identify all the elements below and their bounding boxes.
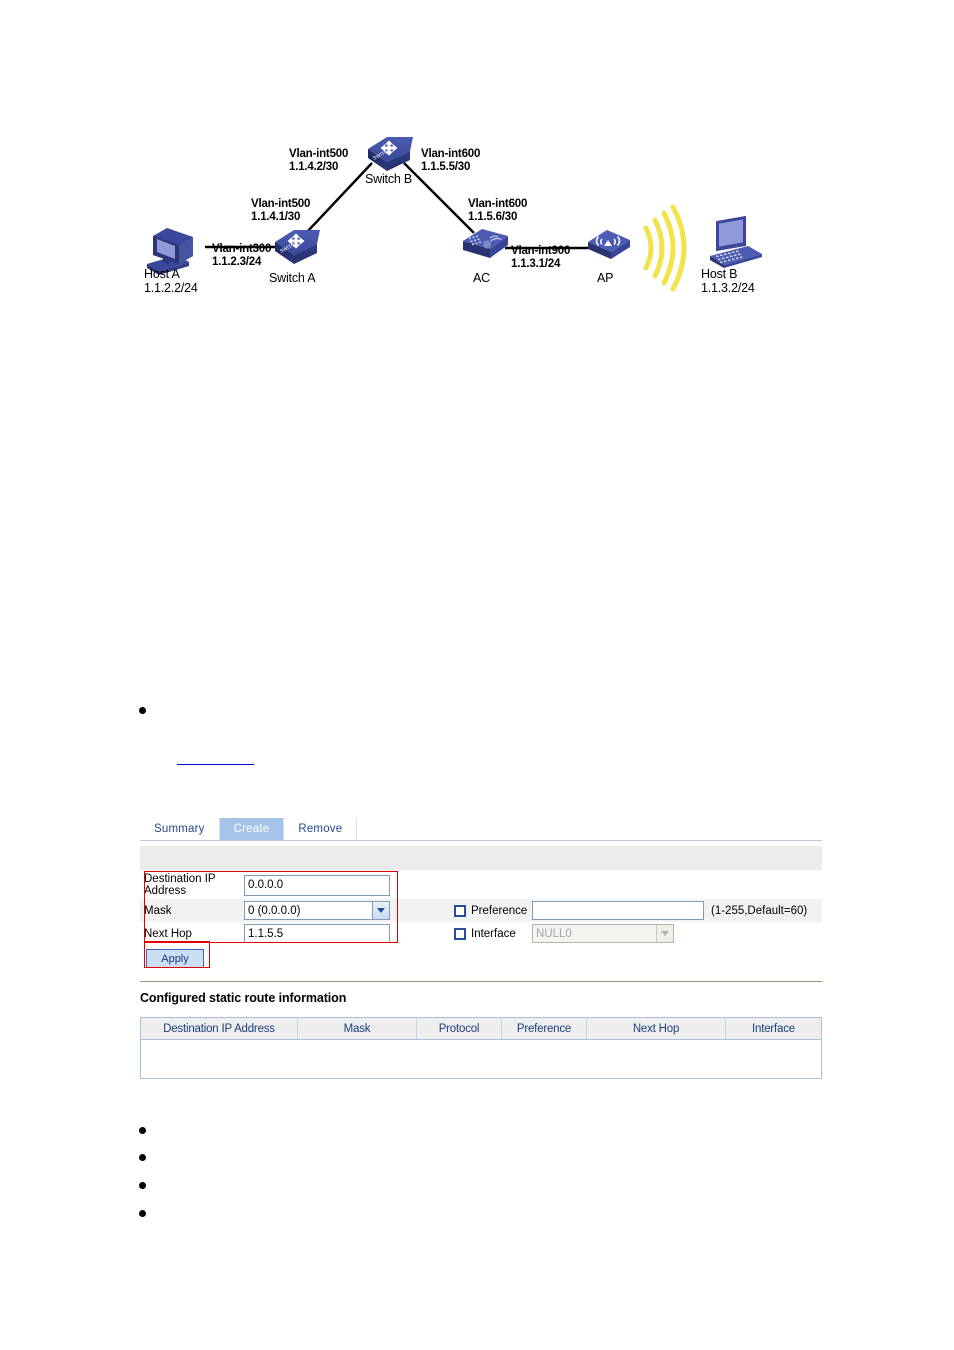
tab-remove[interactable]: Remove <box>284 818 358 840</box>
chevron-down-icon[interactable] <box>372 902 389 919</box>
node-label-host-a: Host A 1.1.2.2/24 <box>144 267 198 295</box>
panel-toolbar-strip <box>140 846 822 870</box>
list-item-bullet <box>139 707 146 714</box>
network-topology-diagram: SWITCH SWITCH Vlan-int500 1.1.4.2/30 Vla… <box>0 0 954 340</box>
interface-checkbox[interactable] <box>454 927 466 940</box>
link-label-switcha-up: Vlan-int500 1.1.4.1/30 <box>251 198 310 224</box>
next-hop-input[interactable] <box>244 924 390 943</box>
preference-label: Preference <box>471 904 528 917</box>
host-b-icon <box>710 215 762 268</box>
link-interface: Vlan-int500 <box>289 148 349 160</box>
inline-link-underline[interactable] <box>177 764 254 765</box>
link-interface: Vlan-int600 <box>421 148 481 160</box>
column-header-mask: Mask <box>297 1017 417 1040</box>
link-label-switchb-left: Vlan-int500 1.1.4.2/30 <box>289 148 348 174</box>
ap-icon <box>588 230 630 259</box>
mask-select-value: 0 (0.0.0.0) <box>248 904 301 917</box>
node-label-switch-b: Switch B <box>365 172 413 186</box>
next-hop-label-cell: Next Hop <box>140 922 240 945</box>
link-label-ac-up: Vlan-int600 1.1.5.6/30 <box>468 198 527 224</box>
column-header-preference: Preference <box>501 1017 587 1040</box>
interface-select-cell: NULL0 <box>528 922 704 945</box>
tab-bar-filler <box>357 818 822 840</box>
link-address: 1.1.5.5/30 <box>421 161 471 173</box>
link-label-ac-ap: Vlan-int900 1.1.3.1/24 <box>511 245 570 271</box>
static-route-config-panel: Summary Create Remove Destination IP Add… <box>140 818 822 1079</box>
table-header-row: Destination IP Address Mask Protocol Pre… <box>140 1017 822 1040</box>
link-interface: Vlan-int600 <box>468 198 528 210</box>
link-label-switcha-host: Vlan-int300 1.1.2.3/24 <box>212 243 271 269</box>
link-label-switchb-right: Vlan-int600 1.1.5.5/30 <box>421 148 480 174</box>
row3-gap <box>392 922 450 945</box>
mask-select-cell: 0 (0.0.0.0) <box>240 899 392 922</box>
switch-a-icon: SWITCH <box>275 230 320 264</box>
list-item-bullet <box>139 1154 146 1161</box>
wifi-waves-icon <box>643 204 687 292</box>
next-hop-input-cell <box>240 922 392 945</box>
tab-bar: Summary Create Remove <box>140 818 822 841</box>
link-address: 1.1.4.2/30 <box>289 161 339 173</box>
list-item-bullet <box>139 1210 146 1217</box>
destination-ip-input-cell <box>240 871 392 899</box>
interface-select-value: NULL0 <box>536 927 572 940</box>
preference-hint: (1-255,Default=60) <box>711 904 808 917</box>
preference-checkbox[interactable] <box>454 904 466 917</box>
column-header-next-hop: Next Hop <box>586 1017 726 1040</box>
interface-label: Interface <box>471 927 516 940</box>
tab-create[interactable]: Create <box>219 818 285 840</box>
row1-gap-a <box>392 871 450 899</box>
node-name: Host B <box>701 267 738 281</box>
node-address: 1.1.3.2/24 <box>701 281 755 295</box>
node-label-host-b: Host B 1.1.3.2/24 <box>701 267 755 295</box>
destination-ip-input[interactable] <box>244 874 390 896</box>
destination-ip-label: Destination IP Address <box>144 873 216 897</box>
node-label-ap: AP <box>597 271 614 285</box>
mask-label-cell: Mask <box>140 899 240 922</box>
column-header-destination-ip: Destination IP Address <box>140 1017 298 1040</box>
tab-summary[interactable]: Summary <box>140 818 220 840</box>
row1-gap-d <box>704 871 822 899</box>
table-body <box>140 1039 822 1079</box>
node-label-ac: AC <box>473 271 490 285</box>
chevron-down-icon[interactable] <box>656 925 673 942</box>
list-item-bullet <box>139 1182 146 1189</box>
section-divider <box>140 981 822 982</box>
preference-checkbox-cell: Preference <box>450 899 528 922</box>
ac-icon <box>463 229 508 258</box>
column-header-protocol: Protocol <box>416 1017 502 1040</box>
link-address: 1.1.2.3/24 <box>212 256 262 268</box>
link-address: 1.1.4.1/30 <box>251 211 301 223</box>
row2-gap <box>392 899 450 922</box>
link-address: 1.1.5.6/30 <box>468 211 518 223</box>
row1-gap-c <box>528 871 704 899</box>
mask-select[interactable]: 0 (0.0.0.0) <box>244 901 390 920</box>
table-empty-row <box>140 1039 822 1079</box>
row1-gap-b <box>450 871 528 899</box>
link-interface: Vlan-int500 <box>251 198 311 210</box>
interface-checkbox-cell: Interface <box>450 922 528 945</box>
section-title: Configured static route information <box>140 991 347 1005</box>
node-label-switch-a: Switch A <box>269 271 316 285</box>
node-name: Host A <box>144 267 180 281</box>
column-header-interface: Interface <box>725 1017 822 1040</box>
link-address: 1.1.3.1/24 <box>511 258 561 270</box>
destination-ip-label-cell: Destination IP Address <box>140 871 240 899</box>
link-interface: Vlan-int300 <box>212 243 272 255</box>
preference-input[interactable] <box>532 901 704 920</box>
preference-input-cell <box>528 899 704 922</box>
table-empty-cell <box>140 1039 822 1079</box>
link-interface: Vlan-int900 <box>511 245 571 257</box>
static-route-table: Destination IP Address Mask Protocol Pre… <box>140 1017 822 1079</box>
preference-hint-cell: (1-255,Default=60) <box>704 899 822 922</box>
node-address: 1.1.2.2/24 <box>144 281 198 295</box>
interface-select[interactable]: NULL0 <box>532 924 674 943</box>
row3-gap-b <box>704 922 822 945</box>
mask-label: Mask <box>144 904 172 917</box>
list-item-bullet <box>139 1127 146 1134</box>
apply-button[interactable]: Apply <box>146 949 204 968</box>
static-route-form: Destination IP Address Mask 0 (0.0.0.0) <box>140 871 822 971</box>
apply-row: Apply <box>140 945 822 971</box>
next-hop-label: Next Hop <box>144 927 192 940</box>
